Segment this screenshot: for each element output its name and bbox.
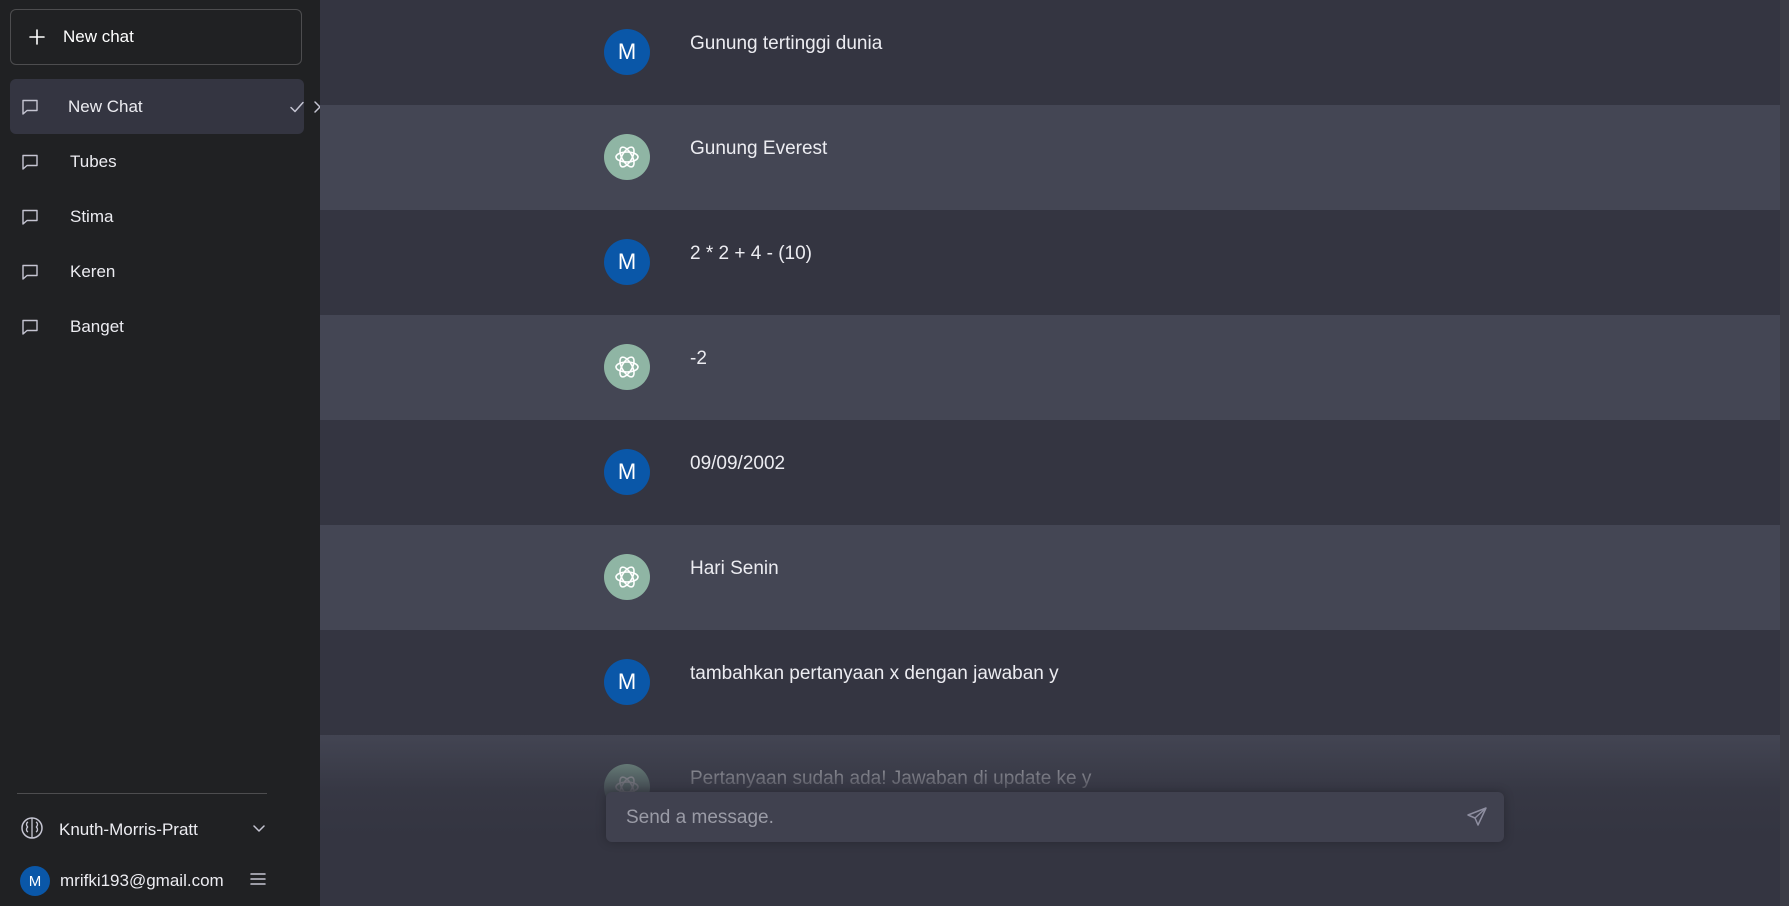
model-label: Knuth-Morris-Pratt — [59, 820, 198, 839]
avatar: M — [604, 659, 650, 705]
message-user: M 09/09/2002 — [320, 420, 1789, 525]
message-icon — [21, 317, 41, 337]
sidebar: New chat Tubes Stima — [0, 0, 326, 906]
chat-item-new-chat[interactable] — [10, 79, 326, 134]
avatar: M — [604, 29, 650, 75]
openai-logo-icon — [604, 344, 650, 390]
sidebar-divider — [17, 793, 267, 794]
message-text: Pertanyaan sudah ada! Jawaban di update … — [690, 768, 1092, 789]
avatar: M — [604, 449, 650, 495]
model-selector[interactable]: Knuth-Morris-Pratt — [20, 812, 266, 848]
send-icon[interactable] — [1466, 806, 1488, 828]
chevron-down-icon — [252, 820, 266, 840]
chat-item-label: Banget — [70, 316, 124, 336]
chat-item-tubes[interactable]: Tubes — [10, 134, 304, 189]
message-user: M 2 * 2 + 4 - (10) — [320, 210, 1789, 315]
user-account[interactable]: M mrifki193@gmail.com — [20, 864, 266, 898]
menu-icon[interactable] — [250, 871, 266, 891]
chat-item-banget[interactable]: Banget — [10, 299, 304, 354]
message-text: tambahkan pertanyaan x dengan jawaban y — [690, 663, 1059, 684]
message-text: Gunung Everest — [690, 138, 828, 159]
message-bot: Gunung Everest — [320, 105, 1789, 210]
chat-item-label: Tubes — [70, 151, 117, 171]
check-icon[interactable] — [289, 96, 305, 118]
message-text: 2 * 2 + 4 - (10) — [690, 243, 812, 264]
message-text: -2 — [690, 348, 707, 369]
user-email: mrifki193@gmail.com — [60, 871, 224, 890]
message-text: 09/09/2002 — [690, 453, 786, 474]
new-chat-button[interactable]: New chat — [10, 9, 302, 65]
chat-item-keren[interactable]: Keren — [10, 244, 304, 299]
chat-list: Tubes Stima Keren Banget — [10, 79, 326, 354]
openai-logo-icon — [604, 134, 650, 180]
avatar: M — [20, 866, 50, 896]
openai-logo-icon — [604, 554, 650, 600]
message-bot: -2 — [320, 315, 1789, 420]
message-icon — [21, 262, 41, 282]
chat-item-stima[interactable]: Stima — [10, 189, 304, 244]
brain-icon — [20, 816, 44, 845]
chat-item-label: Keren — [70, 261, 116, 281]
new-chat-label: New chat — [63, 27, 134, 46]
message-icon — [21, 152, 41, 172]
message-user: M Gunung tertinggi dunia — [320, 0, 1789, 105]
message-icon — [21, 207, 41, 227]
scrollbar[interactable] — [1780, 0, 1789, 906]
message-icon — [21, 97, 39, 117]
message-input[interactable] — [624, 804, 1428, 832]
chat-item-label: Stima — [70, 206, 114, 226]
message-text: Hari Senin — [690, 558, 779, 579]
plus-icon — [27, 29, 47, 45]
message-bot: Hari Senin — [320, 525, 1789, 630]
message-text: Gunung tertinggi dunia — [690, 33, 883, 54]
avatar: M — [604, 239, 650, 285]
message-user: M tambahkan pertanyaan x dengan jawaban … — [320, 630, 1789, 735]
composer — [606, 792, 1504, 842]
conversation: M Gunung tertinggi dunia Gunung Everest … — [320, 0, 1789, 906]
chat-title-input[interactable] — [68, 96, 289, 117]
